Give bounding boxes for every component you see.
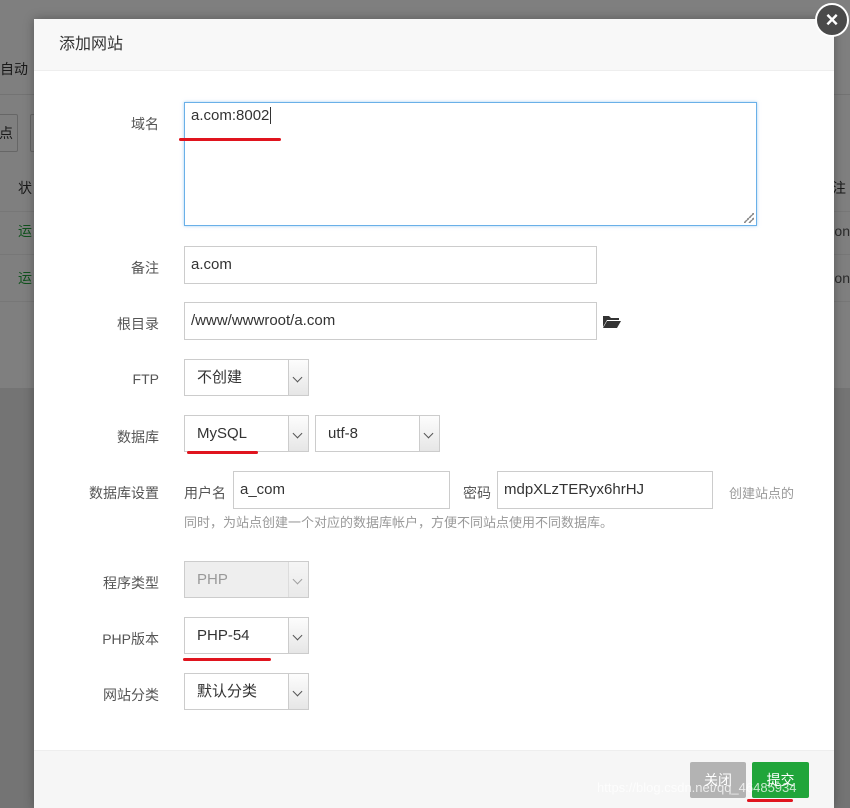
annotation-underline <box>179 138 281 141</box>
php-version-label: PHP版本 <box>102 631 159 647</box>
ftp-select-value: 不创建 <box>197 369 243 386</box>
program-type-label: 程序类型 <box>103 575 159 591</box>
domain-textarea[interactable]: a.com:8002 <box>184 102 757 226</box>
program-type-select: PHP <box>184 561 309 598</box>
text-cursor <box>270 107 272 124</box>
root-dir-label: 根目录 <box>117 316 159 332</box>
ftp-label: FTP <box>132 371 159 387</box>
watermark: https://blog.csdn.net/qq_46485934 <box>597 780 797 795</box>
database-type-value: MySQL <box>197 425 248 442</box>
php-version-select[interactable]: PHP-54 <box>184 617 309 654</box>
chevron-down-icon <box>288 562 308 597</box>
remark-label: 备注 <box>131 260 159 276</box>
chevron-down-icon <box>288 618 308 653</box>
resize-grip-icon[interactable] <box>744 213 754 223</box>
remark-input[interactable]: a.com <box>184 246 597 284</box>
annotation-underline <box>747 799 793 802</box>
database-settings-label: 数据库设置 <box>89 485 159 501</box>
annotation-underline <box>187 451 258 454</box>
site-category-label: 网站分类 <box>103 687 159 703</box>
chevron-down-icon <box>288 674 308 709</box>
db-password-label: 密码 <box>463 485 491 501</box>
ftp-select[interactable]: 不创建 <box>184 359 309 396</box>
dialog-header: 添加网站 <box>34 19 834 71</box>
database-type-select[interactable]: MySQL <box>184 415 309 452</box>
db-username-label: 用户名 <box>184 485 226 501</box>
dialog-footer: 关闭 提交 <box>34 750 834 808</box>
domain-value: a.com:8002 <box>191 107 270 124</box>
domain-label: 域名 <box>131 116 159 132</box>
db-hint-text-continued: 同时，为站点创建一个对应的数据库帐户，方便不同站点使用不同数据库。 <box>184 515 614 530</box>
dialog-title: 添加网站 <box>59 36 124 53</box>
db-hint-text: 创建站点的 <box>729 486 795 501</box>
db-username-input[interactable]: a_com <box>233 471 450 509</box>
database-charset-value: utf-8 <box>328 425 359 442</box>
root-dir-input[interactable]: /www/wwwroot/a.com <box>184 302 597 340</box>
db-password-input[interactable]: mdpXLzTERyx6hrHJ <box>497 471 713 509</box>
database-label: 数据库 <box>117 429 159 445</box>
chevron-down-icon <box>419 416 439 451</box>
database-charset-select[interactable]: utf-8 <box>315 415 440 452</box>
php-version-value: PHP-54 <box>197 627 250 644</box>
chevron-down-icon <box>288 360 308 395</box>
chevron-down-icon <box>288 416 308 451</box>
program-type-value: PHP <box>197 571 228 588</box>
add-site-dialog: 添加网站 域名 a.com:8002 备注 a.com 根目录 /www/www… <box>34 19 834 808</box>
site-category-select[interactable]: 默认分类 <box>184 673 309 710</box>
close-icon[interactable]: × <box>815 3 849 37</box>
folder-open-icon[interactable] <box>602 314 622 328</box>
annotation-underline <box>183 658 271 661</box>
site-category-value: 默认分类 <box>197 683 258 700</box>
